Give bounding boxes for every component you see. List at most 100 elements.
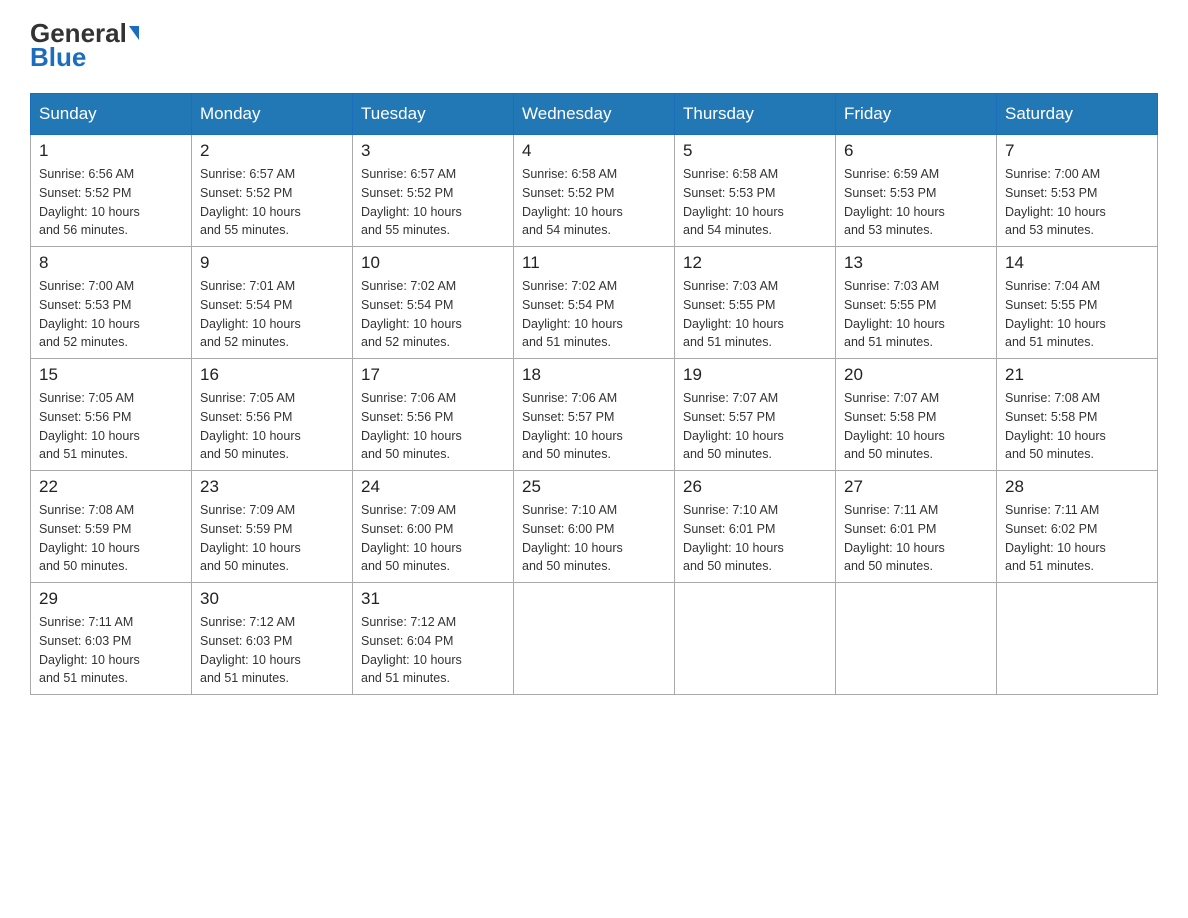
day-info: Sunrise: 7:12 AMSunset: 6:03 PMDaylight:… <box>200 613 344 688</box>
calendar-week-row: 29 Sunrise: 7:11 AMSunset: 6:03 PMDaylig… <box>31 583 1158 695</box>
day-info: Sunrise: 7:03 AMSunset: 5:55 PMDaylight:… <box>683 277 827 352</box>
calendar-cell: 16 Sunrise: 7:05 AMSunset: 5:56 PMDaylig… <box>192 359 353 471</box>
day-info: Sunrise: 7:07 AMSunset: 5:57 PMDaylight:… <box>683 389 827 464</box>
page-header: General Blue <box>30 20 1158 73</box>
day-info: Sunrise: 7:08 AMSunset: 5:58 PMDaylight:… <box>1005 389 1149 464</box>
day-number: 14 <box>1005 253 1149 273</box>
day-number: 26 <box>683 477 827 497</box>
day-info: Sunrise: 7:06 AMSunset: 5:57 PMDaylight:… <box>522 389 666 464</box>
calendar-cell: 11 Sunrise: 7:02 AMSunset: 5:54 PMDaylig… <box>514 247 675 359</box>
day-number: 6 <box>844 141 988 161</box>
day-of-week-header: Thursday <box>675 94 836 135</box>
day-number: 13 <box>844 253 988 273</box>
day-info: Sunrise: 7:11 AMSunset: 6:02 PMDaylight:… <box>1005 501 1149 576</box>
day-number: 15 <box>39 365 183 385</box>
calendar-cell: 22 Sunrise: 7:08 AMSunset: 5:59 PMDaylig… <box>31 471 192 583</box>
calendar-cell: 1 Sunrise: 6:56 AMSunset: 5:52 PMDayligh… <box>31 135 192 247</box>
day-info: Sunrise: 6:57 AMSunset: 5:52 PMDaylight:… <box>361 165 505 240</box>
day-number: 30 <box>200 589 344 609</box>
day-info: Sunrise: 7:08 AMSunset: 5:59 PMDaylight:… <box>39 501 183 576</box>
calendar-cell: 28 Sunrise: 7:11 AMSunset: 6:02 PMDaylig… <box>997 471 1158 583</box>
day-info: Sunrise: 6:58 AMSunset: 5:53 PMDaylight:… <box>683 165 827 240</box>
calendar-cell <box>514 583 675 695</box>
calendar-cell: 18 Sunrise: 7:06 AMSunset: 5:57 PMDaylig… <box>514 359 675 471</box>
day-number: 2 <box>200 141 344 161</box>
day-number: 1 <box>39 141 183 161</box>
day-info: Sunrise: 7:10 AMSunset: 6:01 PMDaylight:… <box>683 501 827 576</box>
day-info: Sunrise: 6:57 AMSunset: 5:52 PMDaylight:… <box>200 165 344 240</box>
calendar-cell: 23 Sunrise: 7:09 AMSunset: 5:59 PMDaylig… <box>192 471 353 583</box>
calendar-cell: 9 Sunrise: 7:01 AMSunset: 5:54 PMDayligh… <box>192 247 353 359</box>
day-info: Sunrise: 6:58 AMSunset: 5:52 PMDaylight:… <box>522 165 666 240</box>
day-number: 3 <box>361 141 505 161</box>
day-number: 29 <box>39 589 183 609</box>
day-info: Sunrise: 7:11 AMSunset: 6:03 PMDaylight:… <box>39 613 183 688</box>
day-of-week-header: Friday <box>836 94 997 135</box>
day-number: 9 <box>200 253 344 273</box>
day-number: 11 <box>522 253 666 273</box>
day-info: Sunrise: 7:07 AMSunset: 5:58 PMDaylight:… <box>844 389 988 464</box>
day-info: Sunrise: 7:09 AMSunset: 5:59 PMDaylight:… <box>200 501 344 576</box>
logo-blue: Blue <box>30 42 86 73</box>
day-number: 16 <box>200 365 344 385</box>
calendar-cell: 5 Sunrise: 6:58 AMSunset: 5:53 PMDayligh… <box>675 135 836 247</box>
calendar-header-row: SundayMondayTuesdayWednesdayThursdayFrid… <box>31 94 1158 135</box>
calendar-cell: 4 Sunrise: 6:58 AMSunset: 5:52 PMDayligh… <box>514 135 675 247</box>
calendar-cell: 2 Sunrise: 6:57 AMSunset: 5:52 PMDayligh… <box>192 135 353 247</box>
day-info: Sunrise: 7:00 AMSunset: 5:53 PMDaylight:… <box>39 277 183 352</box>
calendar-cell: 27 Sunrise: 7:11 AMSunset: 6:01 PMDaylig… <box>836 471 997 583</box>
day-number: 19 <box>683 365 827 385</box>
day-info: Sunrise: 6:59 AMSunset: 5:53 PMDaylight:… <box>844 165 988 240</box>
calendar-week-row: 15 Sunrise: 7:05 AMSunset: 5:56 PMDaylig… <box>31 359 1158 471</box>
calendar-cell: 21 Sunrise: 7:08 AMSunset: 5:58 PMDaylig… <box>997 359 1158 471</box>
calendar-cell: 14 Sunrise: 7:04 AMSunset: 5:55 PMDaylig… <box>997 247 1158 359</box>
calendar-cell: 15 Sunrise: 7:05 AMSunset: 5:56 PMDaylig… <box>31 359 192 471</box>
day-info: Sunrise: 7:05 AMSunset: 5:56 PMDaylight:… <box>200 389 344 464</box>
calendar-cell: 7 Sunrise: 7:00 AMSunset: 5:53 PMDayligh… <box>997 135 1158 247</box>
calendar-cell: 8 Sunrise: 7:00 AMSunset: 5:53 PMDayligh… <box>31 247 192 359</box>
day-number: 8 <box>39 253 183 273</box>
day-info: Sunrise: 7:09 AMSunset: 6:00 PMDaylight:… <box>361 501 505 576</box>
day-of-week-header: Wednesday <box>514 94 675 135</box>
day-info: Sunrise: 7:01 AMSunset: 5:54 PMDaylight:… <box>200 277 344 352</box>
calendar-cell <box>997 583 1158 695</box>
day-number: 4 <box>522 141 666 161</box>
day-number: 10 <box>361 253 505 273</box>
day-number: 28 <box>1005 477 1149 497</box>
logo-triangle-icon <box>129 26 139 40</box>
calendar-cell: 3 Sunrise: 6:57 AMSunset: 5:52 PMDayligh… <box>353 135 514 247</box>
calendar-cell <box>675 583 836 695</box>
calendar-cell: 6 Sunrise: 6:59 AMSunset: 5:53 PMDayligh… <box>836 135 997 247</box>
day-info: Sunrise: 7:04 AMSunset: 5:55 PMDaylight:… <box>1005 277 1149 352</box>
calendar-week-row: 22 Sunrise: 7:08 AMSunset: 5:59 PMDaylig… <box>31 471 1158 583</box>
day-info: Sunrise: 7:02 AMSunset: 5:54 PMDaylight:… <box>361 277 505 352</box>
day-info: Sunrise: 7:06 AMSunset: 5:56 PMDaylight:… <box>361 389 505 464</box>
day-number: 20 <box>844 365 988 385</box>
calendar-cell: 26 Sunrise: 7:10 AMSunset: 6:01 PMDaylig… <box>675 471 836 583</box>
day-number: 31 <box>361 589 505 609</box>
calendar-cell: 20 Sunrise: 7:07 AMSunset: 5:58 PMDaylig… <box>836 359 997 471</box>
day-number: 27 <box>844 477 988 497</box>
day-number: 12 <box>683 253 827 273</box>
day-info: Sunrise: 6:56 AMSunset: 5:52 PMDaylight:… <box>39 165 183 240</box>
day-number: 24 <box>361 477 505 497</box>
day-of-week-header: Monday <box>192 94 353 135</box>
logo: General Blue <box>30 20 139 73</box>
day-info: Sunrise: 7:02 AMSunset: 5:54 PMDaylight:… <box>522 277 666 352</box>
day-info: Sunrise: 7:03 AMSunset: 5:55 PMDaylight:… <box>844 277 988 352</box>
day-of-week-header: Tuesday <box>353 94 514 135</box>
day-of-week-header: Sunday <box>31 94 192 135</box>
day-number: 18 <box>522 365 666 385</box>
day-number: 5 <box>683 141 827 161</box>
calendar-cell: 13 Sunrise: 7:03 AMSunset: 5:55 PMDaylig… <box>836 247 997 359</box>
calendar-cell: 19 Sunrise: 7:07 AMSunset: 5:57 PMDaylig… <box>675 359 836 471</box>
calendar-week-row: 8 Sunrise: 7:00 AMSunset: 5:53 PMDayligh… <box>31 247 1158 359</box>
day-number: 23 <box>200 477 344 497</box>
calendar-cell: 24 Sunrise: 7:09 AMSunset: 6:00 PMDaylig… <box>353 471 514 583</box>
day-number: 17 <box>361 365 505 385</box>
calendar-cell: 12 Sunrise: 7:03 AMSunset: 5:55 PMDaylig… <box>675 247 836 359</box>
calendar-cell: 17 Sunrise: 7:06 AMSunset: 5:56 PMDaylig… <box>353 359 514 471</box>
day-info: Sunrise: 7:12 AMSunset: 6:04 PMDaylight:… <box>361 613 505 688</box>
calendar-cell: 29 Sunrise: 7:11 AMSunset: 6:03 PMDaylig… <box>31 583 192 695</box>
calendar-cell: 10 Sunrise: 7:02 AMSunset: 5:54 PMDaylig… <box>353 247 514 359</box>
